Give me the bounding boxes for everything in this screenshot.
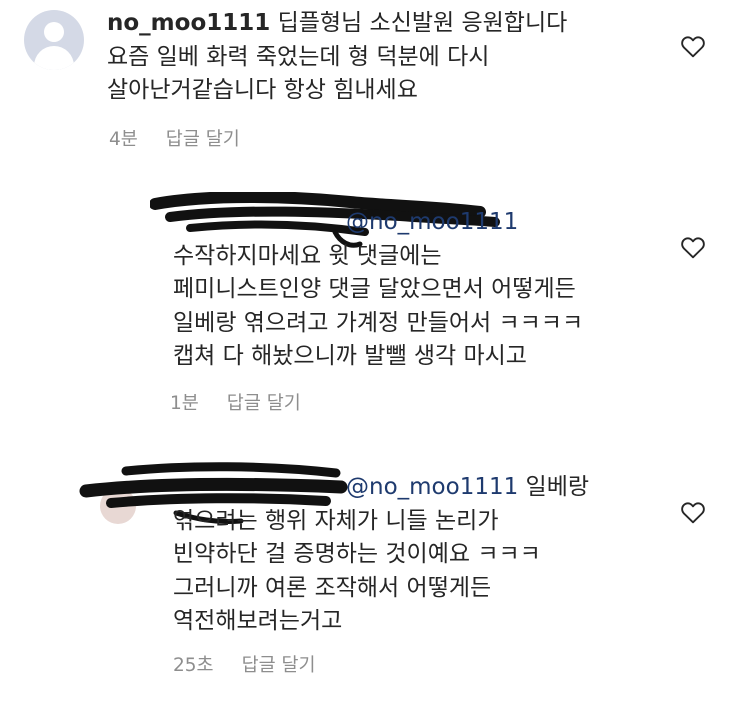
comment-text-line: 딥플형님 소신발원 응원합니다 <box>270 10 568 36</box>
comment-meta: 4분 답글 달기 <box>109 125 240 151</box>
comment-meta: 25초 답글 달기 <box>173 651 316 677</box>
comment-timestamp: 25초 <box>173 655 214 676</box>
comment-3: @no_moo1111 일베랑 엮으려는 행위 자체가 니들 논리가 빈약하단 … <box>0 455 750 695</box>
reply-button[interactable]: 답글 달기 <box>242 655 316 676</box>
avatar[interactable] <box>24 10 84 70</box>
heart-icon[interactable] <box>680 235 706 259</box>
reply-button[interactable]: 답글 달기 <box>166 129 240 150</box>
comment-timestamp: 1분 <box>170 393 199 414</box>
comment-text-line: 수작하지마세요 윗 댓글에는 <box>173 242 442 269</box>
comment-body: @no_moo1111 수작하지마세요 윗 댓글에는 페미니스트인양 댓글 달았… <box>173 206 583 374</box>
comment-text-line: 그러니까 여론 조작해서 어떻게든 <box>173 574 492 601</box>
reply-button[interactable]: 답글 달기 <box>227 393 301 414</box>
avatar-placeholder-icon <box>44 22 64 42</box>
comment-2: @no_moo1111 수작하지마세요 윗 댓글에는 페미니스트인양 댓글 달았… <box>0 190 750 420</box>
comment-text-line: 일베랑 <box>518 474 590 500</box>
comment-text-line: 빈약하단 걸 증명하는 것이예요 ㅋㅋㅋ <box>173 541 541 567</box>
comment-body: @no_moo1111 일베랑 엮으려는 행위 자체가 니들 논리가 빈약하단 … <box>173 471 589 639</box>
comment-text-line: 살아난거같습니다 항상 힘내세요 <box>107 77 418 103</box>
heart-icon[interactable] <box>680 34 706 58</box>
comment-text-line: 요즘 일베 화력 죽었는데 형 덕분에 다시 <box>107 43 490 70</box>
comment-body: no_moo1111 딥플형님 소신발원 응원합니다 요즘 일베 화력 죽었는데… <box>107 7 567 108</box>
heart-icon[interactable] <box>680 500 706 524</box>
comment-text-line: 페미니스트인양 댓글 달았으면서 어떻게든 <box>173 276 576 302</box>
comment-text-line: 일베랑 엮으려고 가계정 만들어서 ㅋㅋㅋㅋ <box>173 309 584 336</box>
mention-link[interactable]: @no_moo1111 <box>346 474 518 500</box>
comment-text-line: 엮으려는 행위 자체가 니들 논리가 <box>173 507 499 534</box>
comment-meta: 1분 답글 달기 <box>170 389 301 415</box>
comment-text-line: 캡쳐 다 해놨으니까 발뺄 생각 마시고 <box>173 343 527 369</box>
comment-username[interactable]: no_moo1111 <box>107 10 270 36</box>
comment-timestamp: 4분 <box>109 129 138 150</box>
comment-1: no_moo1111 딥플형님 소신발원 응원합니다 요즘 일베 화력 죽었는데… <box>0 0 750 160</box>
mention-link[interactable]: @no_moo1111 <box>346 209 518 235</box>
comment-text-line: 역전해보려는거고 <box>173 608 343 634</box>
avatar[interactable] <box>100 488 136 524</box>
